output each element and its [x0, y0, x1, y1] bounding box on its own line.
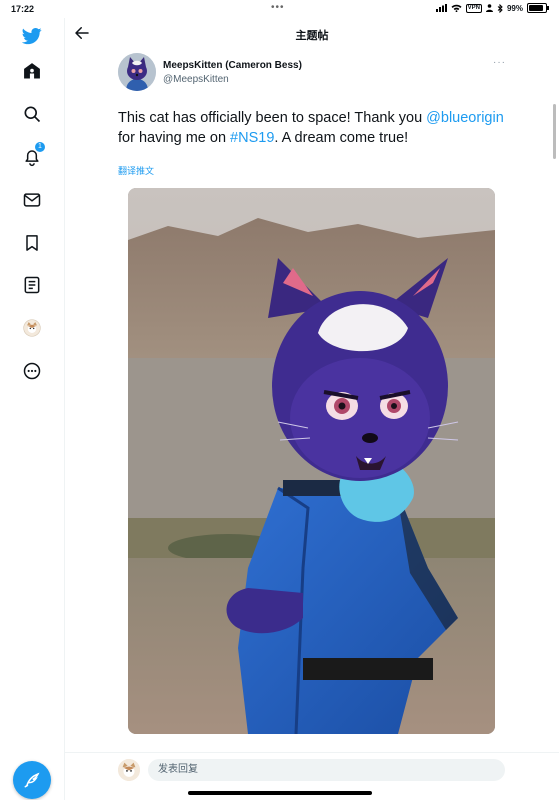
translate-tweet-link[interactable]: 翻译推文: [118, 164, 154, 177]
status-bar: 17:22 ••• VPN 99%: [0, 0, 559, 18]
reply-divider: [65, 752, 559, 753]
signal-icon: [435, 4, 447, 12]
hashtag-link[interactable]: #NS19: [230, 130, 274, 146]
profile-avatar-icon[interactable]: [21, 317, 43, 339]
status-indicators: VPN 99%: [435, 3, 549, 13]
reply-avatar[interactable]: [118, 759, 140, 781]
home-indicator: [188, 791, 372, 795]
more-icon[interactable]: [21, 360, 43, 382]
tweet-text-part: for having me on: [118, 130, 231, 146]
author-avatar[interactable]: [118, 53, 156, 91]
wifi-icon: [451, 4, 462, 12]
compose-tweet-icon: [24, 772, 40, 788]
battery-percent: 99%: [506, 3, 523, 13]
battery-icon: [527, 3, 549, 13]
reply-input[interactable]: 发表回复: [148, 759, 505, 781]
scrollbar[interactable]: [553, 104, 556, 159]
notification-badge: 1: [35, 142, 45, 152]
thread-header: 主题帖: [65, 18, 559, 48]
tweet-photo[interactable]: [128, 188, 495, 734]
vpn-icon: VPN: [465, 3, 482, 13]
multitasking-dots-icon[interactable]: •••: [271, 2, 285, 13]
tweet-text: This cat has officially been to space! T…: [118, 108, 518, 148]
home-icon[interactable]: [21, 60, 43, 82]
author-name[interactable]: MeepsKitten (Cameron Bess): [163, 60, 302, 71]
tweet-text-part: . A dream come true!: [274, 130, 409, 146]
twitter-logo-icon[interactable]: [21, 25, 43, 47]
messages-icon[interactable]: [21, 189, 43, 211]
compose-tweet-button[interactable]: [13, 761, 51, 799]
bookmarks-icon[interactable]: [21, 232, 43, 254]
search-icon[interactable]: [21, 103, 43, 125]
mention-link[interactable]: @blueorigin: [426, 110, 504, 126]
lists-icon[interactable]: [21, 274, 43, 296]
notifications-icon[interactable]: 1: [21, 142, 45, 168]
page-title: 主题帖: [295, 30, 329, 42]
tweet-more-icon[interactable]: ···: [493, 57, 506, 68]
tweet-text-part: This cat has officially been to space! T…: [118, 110, 427, 126]
bluetooth-icon: [497, 3, 503, 13]
status-time: 17:22: [11, 4, 35, 14]
sidebar-nav: 1: [0, 18, 65, 800]
author-handle[interactable]: @MeepsKitten: [163, 74, 229, 85]
person-icon: [485, 4, 493, 12]
